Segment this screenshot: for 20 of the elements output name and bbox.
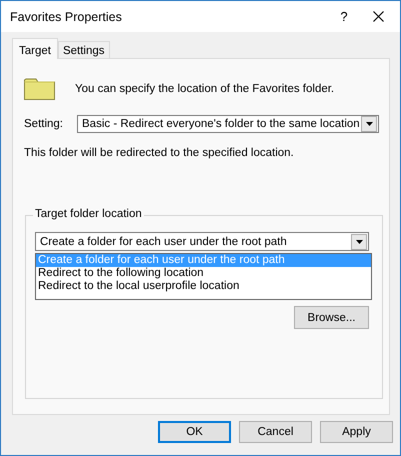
dropdown-option[interactable]: Redirect to the following location [36, 267, 371, 280]
close-icon[interactable] [373, 11, 384, 22]
browse-button[interactable]: Browse... [294, 306, 369, 329]
info-text: This folder will be redirected to the specified location. [24, 147, 295, 159]
dropdown-arrow-icon [366, 122, 372, 126]
dropdown-arrow-icon [356, 240, 362, 244]
dropdown-option[interactable]: Redirect to the local userprofile location [36, 280, 371, 293]
dialog-button[interactable]: Cancel [239, 421, 312, 443]
help-button[interactable]: ? [329, 9, 359, 24]
dialog-button[interactable]: Apply [320, 421, 393, 443]
dialog-button[interactable]: OK [158, 421, 231, 443]
tab[interactable]: Settings [58, 41, 110, 58]
setting-label: Setting: [24, 118, 64, 130]
group-legend: Target folder location [33, 208, 144, 220]
setting-dropdown[interactable]: Basic - Redirect everyone's folder to the same location [77, 115, 379, 133]
tab[interactable]: Target [12, 38, 58, 59]
folder-icon [24, 77, 55, 100]
window-title: Favorites Properties [10, 10, 123, 24]
description-text: You can specify the location of the Favorites folder. [75, 82, 334, 94]
target-dropdown[interactable]: Create a folder for each user under the root path [35, 232, 369, 251]
